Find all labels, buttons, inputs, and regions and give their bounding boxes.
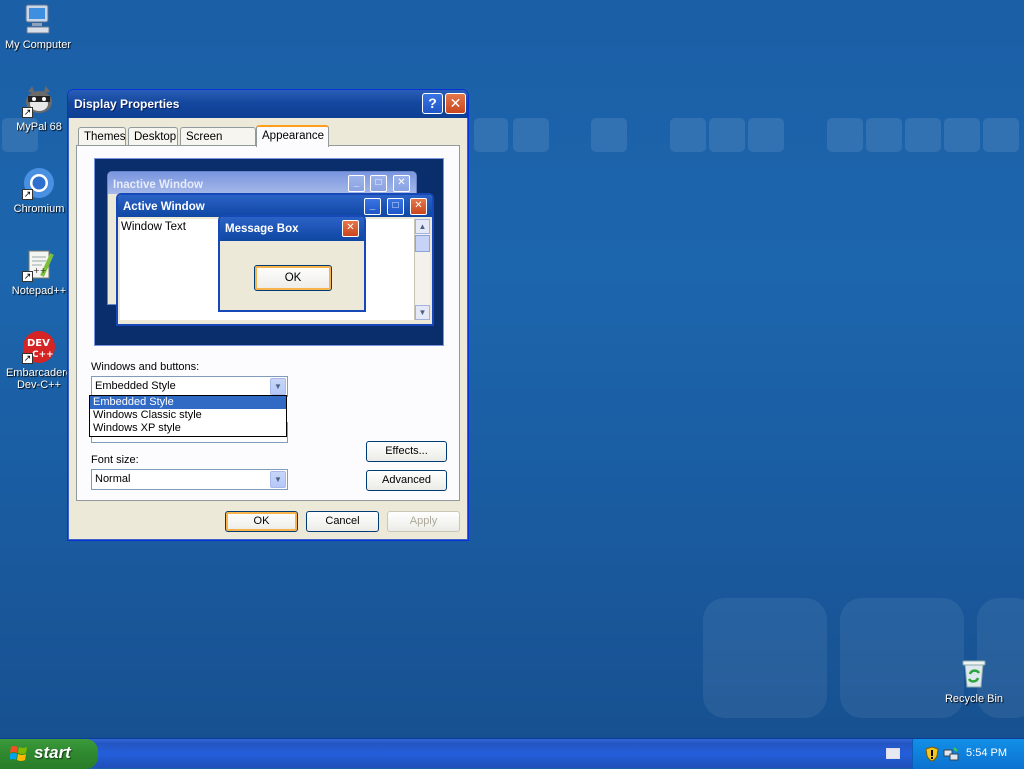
chromium-icon: ↗ [22,166,56,200]
preview-ok-button: OK [254,265,332,291]
devcpp-label-line2: Dev-C++ [16,379,62,391]
windows-buttons-combo[interactable]: Embedded Style ▼ [91,376,288,397]
font-size-value: Normal [95,473,131,485]
computer-icon [21,2,55,36]
preview-active-title: Active Window [123,201,205,213]
dropdown-option-xp[interactable]: Windows XP style [90,422,286,435]
appearance-preview: Inactive Window _ □ ✕ Active Window _ □ … [94,158,444,346]
help-icon: ? [428,95,437,111]
start-label: start [34,743,71,762]
chevron-down-icon[interactable]: ▼ [270,378,286,395]
maximize-icon: □ [387,198,404,215]
recycle-bin-icon [957,656,991,690]
font-size-label: Font size: [91,454,139,466]
preview-inactive-title: Inactive Window [113,179,203,191]
tab-desktop[interactable]: Desktop [128,127,178,146]
shortcut-arrow-icon: ↗ [22,107,33,118]
help-button[interactable]: ? [422,93,443,114]
clock[interactable]: 5:54 PM [966,747,1007,759]
close-icon: ✕ [410,198,427,215]
scroll-up-icon: ▲ [415,219,430,234]
notepadpp-icon: ++ ↗ [22,248,56,282]
minimize-icon: _ [348,175,365,192]
cancel-button[interactable]: Cancel [306,511,379,532]
display-properties-window: Display Properties ? ✕ Themes Desktop Sc… [67,89,469,541]
keyboard-icon[interactable] [886,748,900,759]
svg-text:++: ++ [33,266,46,275]
effects-button[interactable]: Effects... [366,441,447,462]
devcpp-label-line1: Embarcadero [5,367,73,379]
shortcut-arrow-icon: ↗ [22,189,33,200]
windows-buttons-dropdown-list: Embedded Style Windows Classic style Win… [89,395,287,437]
close-button[interactable]: ✕ [445,93,466,114]
preview-window-text: Window Text [121,221,186,233]
tab-appearance[interactable]: Appearance [256,125,329,147]
tab-themes[interactable]: Themes [78,127,126,146]
scroll-down-icon: ▼ [415,305,430,320]
desktop-icon-chromium[interactable]: ↗ Chromium [1,166,77,215]
mypal-icon: ↗ [22,84,56,118]
start-button[interactable]: start [0,739,98,769]
taskbar: start 5:54 PM [0,738,1024,769]
svg-text:DEV: DEV [27,338,50,349]
preview-scrollbar: ▲ ▼ [414,219,430,320]
maximize-icon: □ [370,175,387,192]
close-icon: ✕ [449,95,462,111]
tab-screen-saver[interactable]: Screen Saver [180,127,256,161]
shortcut-arrow-icon: ↗ [22,353,33,364]
ok-button[interactable]: OK [225,511,298,532]
advanced-button[interactable]: Advanced [366,470,447,491]
dropdown-option-classic[interactable]: Windows Classic style [90,409,286,422]
network-icon[interactable] [943,746,959,765]
windows-buttons-label: Windows and buttons: [91,361,200,373]
svg-text:C++: C++ [32,350,54,360]
devcpp-icon: DEV C++ ↗ [22,330,56,364]
desktop-icon-notepadpp[interactable]: ++ ↗ Notepad++ [1,248,77,297]
window-title: Display Properties [74,97,180,111]
desktop-icon-devcpp[interactable]: DEV C++ ↗ Embarcadero Dev-C++ [1,330,77,391]
minimize-icon: _ [364,198,381,215]
font-size-combo[interactable]: Normal ▼ [91,469,288,490]
desktop-icon-recycle-bin[interactable]: Recycle Bin [936,656,1012,705]
apply-button[interactable]: Apply [387,511,460,532]
dropdown-option-embedded[interactable]: Embedded Style [90,396,286,409]
windows-buttons-value: Embedded Style [95,380,176,392]
appearance-panel: Inactive Window _ □ ✕ Active Window _ □ … [76,145,460,501]
security-shield-icon[interactable] [925,746,939,765]
preview-message-title: Message Box [225,223,299,235]
close-icon: ✕ [342,220,359,237]
desktop-icon-mypal[interactable]: ↗ MyPal 68 [1,84,77,133]
system-tray: 5:54 PM [912,739,1024,769]
window-titlebar[interactable]: Display Properties ? ✕ [68,90,468,118]
windows-logo-icon [9,745,28,762]
scroll-thumb [415,235,430,252]
chevron-down-icon[interactable]: ▼ [270,471,286,488]
shortcut-arrow-icon: ↗ [22,271,33,282]
preview-message-box: Message Box ✕ OK [218,215,366,312]
close-icon: ✕ [393,175,410,192]
desktop-icon-my-computer[interactable]: My Computer [0,2,76,51]
preview-active-window: Active Window _ □ ✕ Window Text ▲ ▼ Mess… [116,193,434,326]
